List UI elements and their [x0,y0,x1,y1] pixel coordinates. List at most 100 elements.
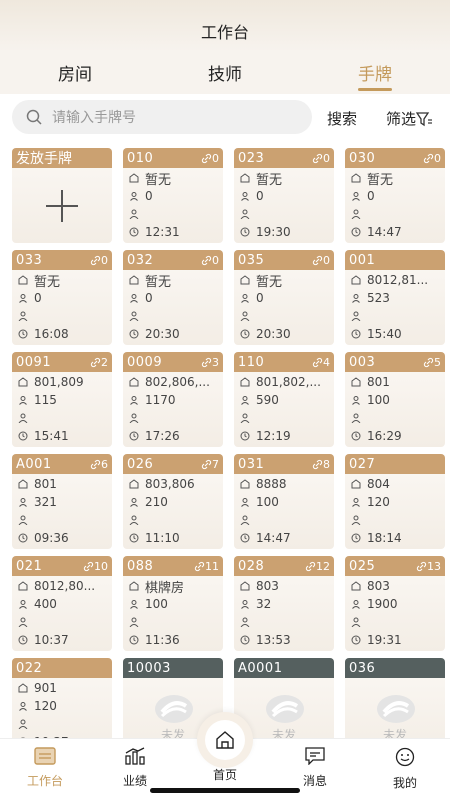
wristband-card-header: 0009 3 [123,352,223,372]
person-icon [241,396,249,405]
idle-wristband-number: 10003 [127,660,171,676]
amount-row: 0 [234,290,334,306]
wristband-number: 032 [127,252,154,268]
wristband-card[interactable]: 110 4 801,802,... 590 12:19 [234,352,334,447]
wristband-card[interactable]: 035 0 暂无 0 20:30 [234,250,334,345]
nav-messages-label: 消息 [302,774,327,788]
room-row: 暂无 [123,272,223,290]
time-row: 17:26 [123,428,223,444]
user-icon [351,515,361,525]
wristband-card[interactable]: 028 12 803 32 13:53 [234,556,334,651]
room-icon [240,377,250,387]
person-icon [19,702,27,711]
time-row: 12:31 [123,224,223,240]
search-button[interactable]: 搜索 [327,108,357,129]
wristband-count-value: 4 [323,355,330,369]
wristband-card[interactable]: 025 13 803 1900 19:31 [345,556,445,651]
technician-row [12,716,112,732]
amount-value: 100 [367,393,390,407]
wristband-number: A001 [16,456,52,472]
time-value: 15:40 [367,327,402,341]
wristband-card[interactable]: 031 8 8888 100 14:47 [234,454,334,549]
amount-value: 0 [256,189,264,203]
room-value: 803,806 [145,477,195,491]
wristband-card[interactable]: 003 5 801 100 16:29 [345,352,445,447]
wristband-count-value: 0 [323,151,330,165]
wristband-card[interactable]: 02290112010:37 [12,658,112,738]
amount-value: 120 [34,699,57,713]
link-icon [90,357,101,367]
room-value: 暂无 [34,274,61,290]
wristband-card[interactable]: 001 8012,81... 523 15:40 [345,250,445,345]
nav-mine-label: 我的 [392,776,417,790]
wristband-card[interactable]: 0091 2 801,809 115 15:41 [12,352,112,447]
nav-performance[interactable]: 业绩 [105,747,165,789]
room-row: 901 [12,680,112,696]
wristband-count-value: 0 [212,253,219,267]
wristband-card[interactable]: 088 11 棋牌房 100 11:36 [123,556,223,651]
room-value: 暂无 [145,274,172,290]
amount-value: 100 [256,495,279,509]
clock-icon [351,329,361,339]
wristband-count: 12 [305,560,330,573]
idle-status: 未发 [382,728,407,738]
wristband-number: 030 [349,150,376,166]
issue-wristband-card[interactable]: 发放手牌 [12,148,112,243]
wristband-card[interactable]: 0009 3 802,806,... 1170 17:26 [123,352,223,447]
wristband-count: 0 [312,152,330,165]
search-input[interactable]: 请输入手牌号 [12,100,312,134]
user-icon [18,617,28,627]
room-value: 803 [367,579,390,593]
amount-row: 1900 [345,596,445,612]
room-value: 8012,81... [367,273,429,287]
person-icon [130,396,138,405]
amount-row: 0 [123,290,223,306]
idle-card-header: A0001 [234,658,334,678]
person-icon [241,294,249,303]
nav-mine[interactable]: 我的 [375,747,435,791]
room-value: 801 [367,375,390,389]
wristband-count: 0 [201,254,219,267]
wristband-card[interactable]: A001 6 801 321 09:36 [12,454,112,549]
technician-row [234,410,334,426]
wristband-count: 3 [201,356,219,369]
wristband-grid: 发放手牌 010 0 暂无 0 12:31 023 0 暂无 0 19:30 030 0 暂无 0 14:4… [0,142,450,738]
nav-messages[interactable]: 消息 [285,747,345,789]
search-icon [26,109,42,125]
time-value: 11:36 [145,633,180,647]
technician-row [12,614,112,630]
nav-workbench[interactable]: 工作台 [15,747,75,789]
clock-icon [240,533,250,543]
link-icon [312,255,323,265]
tab-rooms[interactable]: 房间 [0,52,150,94]
filter-button[interactable]: 筛选 [386,108,433,129]
nav-home[interactable] [197,712,253,768]
wristband-count-value: 0 [212,151,219,165]
wristband-card-header: 110 4 [234,352,334,372]
time-value: 13:53 [256,633,291,647]
wristband-card[interactable]: 027 804 120 18:14 [345,454,445,549]
room-icon [129,377,139,387]
wristband-card[interactable]: 021 10 8012,80... 400 10:37 [12,556,112,651]
wristband-card[interactable]: 030 0 暂无 0 14:47 [345,148,445,243]
idle-wristband-card[interactable]: 036 未发 [345,658,445,738]
wristband-placeholder-icon [266,695,304,723]
wristband-card[interactable]: 023 0 暂无 0 19:30 [234,148,334,243]
wristband-card[interactable]: 010 0 暂无 0 12:31 [123,148,223,243]
wristband-card[interactable]: 032 0 暂无 0 20:30 [123,250,223,345]
wristband-count: 11 [194,560,219,573]
person-icon [130,600,138,609]
user-icon [351,617,361,627]
wristband-card[interactable]: 033 0 暂无 0 16:08 [12,250,112,345]
wristband-count-value: 11 [205,559,219,573]
wristband-card[interactable]: 026 7 803,806 210 11:10 [123,454,223,549]
tab-technicians[interactable]: 技师 [150,52,300,94]
wristband-number: 0009 [127,354,163,370]
tab-wristbands[interactable]: 手牌 [300,52,450,94]
wristband-count: 0 [312,254,330,267]
wristband-count-value: 8 [323,457,330,471]
wristband-number: 035 [238,252,265,268]
amount-value: 0 [145,189,153,203]
wristband-number: 0091 [16,354,52,370]
time-row: 14:47 [234,530,334,546]
